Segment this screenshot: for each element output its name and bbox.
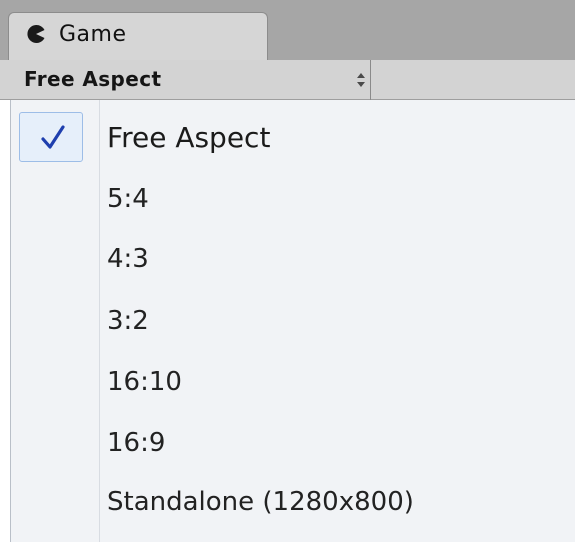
menu-gutter-divider xyxy=(99,100,100,542)
tab-game[interactable]: Game xyxy=(8,12,268,60)
menu-item-16-10[interactable]: 16:10 xyxy=(107,357,567,407)
game-view-window: Game Free Aspect Free Aspect 5:4 4:3 3:2… xyxy=(0,0,575,542)
menu-item-4-3[interactable]: 4:3 xyxy=(107,234,567,284)
menu-item-standalone[interactable]: Standalone (1280x800) xyxy=(107,477,567,527)
menu-item-free-aspect[interactable]: Free Aspect xyxy=(107,112,567,162)
toolbar-divider xyxy=(370,60,371,100)
menu-item-3-2[interactable]: 3:2 xyxy=(107,296,567,346)
selected-item-check-highlight xyxy=(19,112,83,162)
game-toolbar: Free Aspect xyxy=(0,60,575,100)
checkmark-icon xyxy=(41,125,65,149)
menu-item-16-9[interactable]: 16:9 xyxy=(107,418,567,468)
aspect-ratio-menu: Free Aspect 5:4 4:3 3:2 16:10 16:9 Stand… xyxy=(10,100,575,542)
menu-item-5-4[interactable]: 5:4 xyxy=(107,174,567,224)
tab-label: Game xyxy=(59,22,127,47)
aspect-ratio-selected: Free Aspect xyxy=(24,67,162,91)
aspect-ratio-dropdown[interactable]: Free Aspect xyxy=(12,62,372,98)
tab-bar: Game xyxy=(0,0,575,60)
up-down-arrows-icon xyxy=(357,73,365,87)
pacman-icon xyxy=(27,24,45,43)
